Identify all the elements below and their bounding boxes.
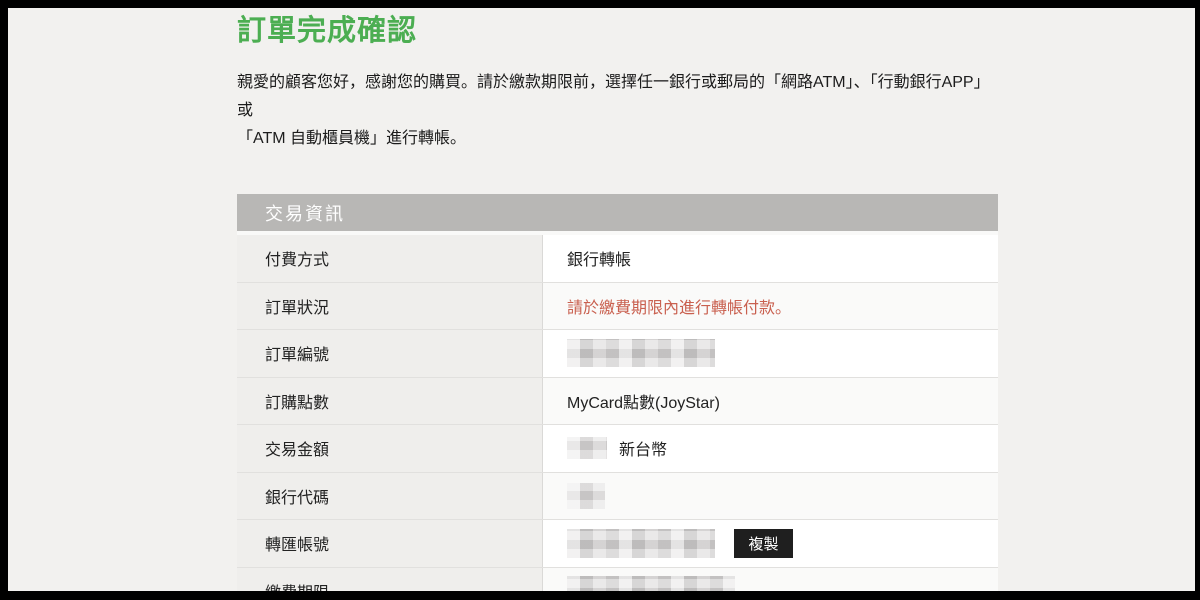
row-label: 付費方式: [237, 235, 543, 282]
redacted-value: [567, 529, 715, 558]
table-row: 訂單編號: [237, 330, 998, 378]
row-label: 訂單狀況: [237, 283, 543, 330]
row-label: 轉匯帳號: [237, 520, 543, 567]
table-row: 銀行代碼: [237, 473, 998, 521]
table-header: 交易資訊: [237, 194, 998, 235]
table-body: 付費方式銀行轉帳訂單狀況請於繳費期限內進行轉帳付款。訂單編號訂購點數MyCard…: [237, 235, 998, 591]
redacted-value: [567, 483, 605, 509]
page-title: 訂單完成確認: [237, 12, 998, 50]
copy-button[interactable]: 複製: [734, 529, 793, 558]
row-label: 繳費期限: [237, 568, 543, 592]
table-row: 訂單狀況請於繳費期限內進行轉帳付款。: [237, 283, 998, 331]
row-value-cell: 複製: [543, 520, 998, 567]
row-value: 新台幣: [619, 436, 667, 460]
order-confirmation-page: { "page": { "title": "訂單完成確認", "intro_li…: [0, 0, 1200, 600]
row-label: 訂單編號: [237, 330, 543, 377]
transaction-info-table: 交易資訊 付費方式銀行轉帳訂單狀況請於繳費期限內進行轉帳付款。訂單編號訂購點數M…: [237, 194, 998, 591]
main-column: 訂單完成確認 親愛的顧客您好，感謝您的購買。請於繳款期限前，選擇任一銀行或郵局的…: [237, 8, 998, 591]
table-row: 付費方式銀行轉帳: [237, 235, 998, 283]
table-row: 轉匯帳號 複製: [237, 520, 998, 568]
intro-line-2: 「ATM 自動櫃員機」進行轉帳。: [237, 125, 998, 153]
row-label: 交易金額: [237, 425, 543, 472]
row-value-cell: MyCard點數(JoyStar): [543, 378, 998, 425]
redacted-value: [567, 437, 607, 459]
intro-line-1: 親愛的顧客您好，感謝您的購買。請於繳款期限前，選擇任一銀行或郵局的「網路ATM」…: [237, 69, 998, 125]
redacted-value: [567, 339, 715, 367]
row-label: 訂購點數: [237, 378, 543, 425]
row-value: 銀行轉帳: [567, 246, 631, 270]
content-area: 訂單完成確認 親愛的顧客您好，感謝您的購買。請於繳款期限前，選擇任一銀行或郵局的…: [8, 8, 1195, 591]
row-value-cell: 請於繳費期限內進行轉帳付款。: [543, 283, 998, 330]
redacted-value: [567, 576, 735, 591]
row-value: MyCard點數(JoyStar): [567, 389, 720, 413]
row-value-cell: [543, 473, 998, 520]
table-row: 交易金額 新台幣: [237, 425, 998, 473]
row-value-cell: 新台幣: [543, 425, 998, 472]
table-row: 訂購點數 MyCard點數(JoyStar): [237, 378, 998, 426]
row-value: 請於繳費期限內進行轉帳付款。: [567, 294, 791, 318]
row-value-cell: 銀行轉帳: [543, 235, 998, 282]
intro-text: 親愛的顧客您好，感謝您的購買。請於繳款期限前，選擇任一銀行或郵局的「網路ATM」…: [237, 69, 998, 153]
row-value-cell: [543, 568, 998, 592]
row-label: 銀行代碼: [237, 473, 543, 520]
row-value-cell: [543, 330, 998, 377]
table-row: 繳費期限: [237, 568, 998, 592]
